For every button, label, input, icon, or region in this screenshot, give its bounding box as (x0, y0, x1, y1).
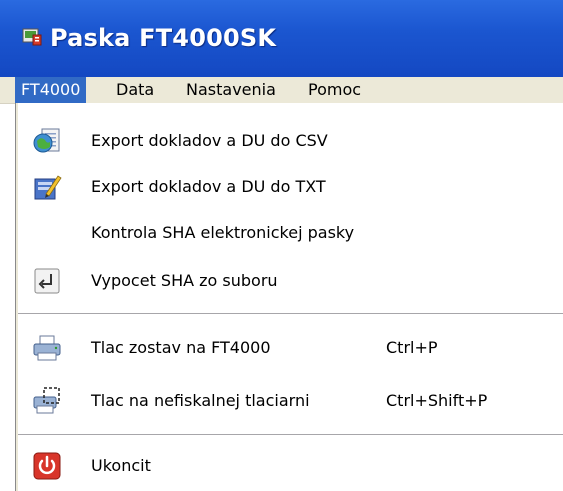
csv-export-icon (33, 128, 60, 153)
menu-item-vypocet-sha[interactable]: Vypocet SHA zo suboru (16, 258, 563, 304)
menu-item-tlac-nefiskalnej[interactable]: Tlac na nefiskalnej tlaciarni Ctrl+Shift… (16, 378, 563, 424)
window-title: Paska FT4000SK (50, 24, 277, 52)
txt-export-icon (34, 175, 62, 200)
menu-item-label: Vypocet SHA zo suboru (91, 271, 278, 290)
printer-preview-icon (33, 387, 60, 414)
title-bar[interactable]: Paska FT4000SK (0, 0, 563, 77)
menu-item-label: Tlac zostav na FT4000 (91, 338, 271, 357)
menu-item-ukoncit[interactable]: Ukoncit (16, 443, 563, 489)
menu-item-kontrola-sha[interactable]: Kontrola SHA elektronickej pasky (16, 210, 563, 256)
menu-separator (18, 313, 563, 315)
app-icon (22, 28, 42, 46)
menu-item-shortcut: Ctrl+P (386, 338, 438, 357)
power-off-icon (33, 452, 61, 480)
menu-item-label: Tlac na nefiskalnej tlaciarni (91, 391, 310, 410)
ft4000-dropdown-menu: Export dokladov a DU do CSV Export dokla… (15, 103, 563, 491)
printer-icon (33, 335, 61, 361)
menu-bar: FT4000 Data Nastavenia Pomoc (0, 77, 563, 104)
menu-item-label: Export dokladov a DU do CSV (91, 131, 328, 150)
menu-item-label: Export dokladov a DU do TXT (91, 177, 326, 196)
menu-item-tlac-zostav[interactable]: Tlac zostav na FT4000 Ctrl+P (16, 325, 563, 371)
menu-item-label: Ukoncit (91, 456, 151, 475)
menu-item-export-csv[interactable]: Export dokladov a DU do CSV (16, 118, 563, 164)
menu-data[interactable]: Data (110, 77, 160, 103)
menu-ft4000[interactable]: FT4000 (15, 77, 87, 103)
menu-separator (18, 434, 563, 436)
menu-nastavenia[interactable]: Nastavenia (180, 77, 282, 103)
menu-pomoc[interactable]: Pomoc (302, 77, 367, 103)
menu-item-label: Kontrola SHA elektronickej pasky (91, 223, 355, 242)
menu-item-export-txt[interactable]: Export dokladov a DU do TXT (16, 164, 563, 210)
menu-item-shortcut: Ctrl+Shift+P (386, 391, 488, 410)
enter-arrow-icon (34, 268, 60, 294)
